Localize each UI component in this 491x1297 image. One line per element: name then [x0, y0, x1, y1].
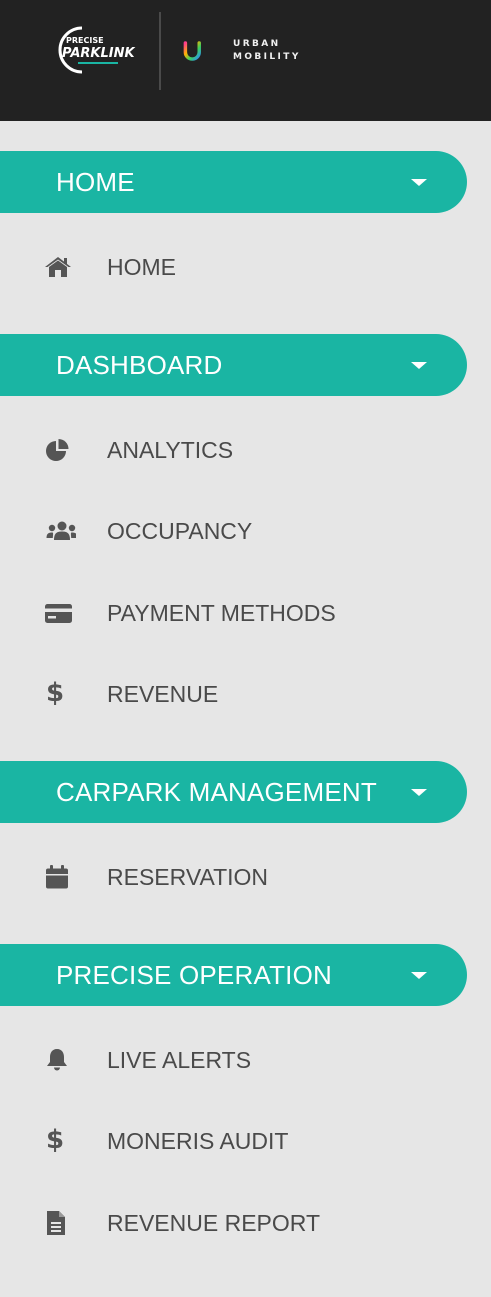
- section-header-dashboard[interactable]: DASHBOARD: [0, 334, 467, 396]
- users-icon: [46, 521, 76, 540]
- sidebar-item-revenue[interactable]: $ REVENUE: [0, 664, 467, 724]
- um-line2: MOBILITY: [233, 52, 301, 62]
- top-header: PRECISE PARKLINK URBAN MOBILITY: [0, 0, 491, 121]
- file-icon: [47, 1211, 65, 1235]
- sidebar-item-payment-methods[interactable]: PAYMENT METHODS: [0, 583, 467, 643]
- section-header-label: DASHBOARD: [56, 350, 223, 380]
- urban-mobility-logo-mark: [183, 41, 201, 61]
- dollar-icon: $: [46, 678, 65, 708]
- logo-divider: [159, 12, 161, 90]
- sidebar-item-home[interactable]: HOME: [0, 237, 467, 297]
- sidebar-item-reservation[interactable]: RESERVATION: [0, 847, 467, 907]
- sidebar-item-label: ANALYTICS: [107, 437, 234, 463]
- sidebar-item-label: LIVE ALERTS: [107, 1047, 252, 1073]
- precise-parklink-logo: PRECISE PARKLINK: [58, 26, 135, 74]
- urban-mobility-logo-text: URBAN MOBILITY: [233, 38, 301, 64]
- um-line1: URBAN: [233, 39, 281, 49]
- sidebar-item-label: PAYMENT METHODS: [107, 600, 336, 626]
- ppl-logo-main-text: PARKLINK: [62, 46, 135, 61]
- pie-chart-icon: [46, 439, 69, 461]
- bell-icon: [47, 1049, 67, 1071]
- section-header-home[interactable]: HOME: [0, 151, 467, 213]
- sidebar-item-label: OCCUPANCY: [107, 518, 253, 544]
- sidebar-item-moneris-audit[interactable]: $ MONERIS AUDIT: [0, 1111, 467, 1171]
- calendar-icon: [46, 865, 68, 889]
- section-header-carpark-management[interactable]: CARPARK MANAGEMENT: [0, 761, 467, 823]
- sidebar-item-live-alerts[interactable]: LIVE ALERTS: [0, 1030, 467, 1090]
- sidebar-item-label: REVENUE REPORT: [107, 1210, 321, 1236]
- home-icon: [45, 257, 71, 277]
- caret-down-icon: [411, 362, 427, 369]
- ppl-logo-top-text: PRECISE: [66, 36, 104, 45]
- section-header-label: HOME: [56, 167, 135, 197]
- caret-down-icon: [411, 179, 427, 186]
- sidebar-item-occupancy[interactable]: OCCUPANCY: [0, 501, 467, 561]
- sidebar-item-analytics[interactable]: ANALYTICS: [0, 420, 467, 480]
- sidebar-item-label: RESERVATION: [107, 864, 269, 890]
- sidebar-item-label: MONERIS AUDIT: [107, 1128, 289, 1154]
- caret-down-icon: [411, 972, 427, 979]
- sidebar-item-label: HOME: [107, 254, 176, 280]
- sidebar-item-label: REVENUE: [107, 681, 219, 707]
- section-header-label: CARPARK MANAGEMENT: [56, 777, 377, 807]
- dollar-icon: $: [46, 1125, 65, 1155]
- caret-down-icon: [411, 789, 427, 796]
- credit-card-icon: [45, 604, 72, 623]
- sidebar-item-revenue-report[interactable]: REVENUE REPORT: [0, 1193, 467, 1253]
- section-header-precise-operation[interactable]: PRECISE OPERATION: [0, 944, 467, 1006]
- section-header-label: PRECISE OPERATION: [56, 960, 332, 990]
